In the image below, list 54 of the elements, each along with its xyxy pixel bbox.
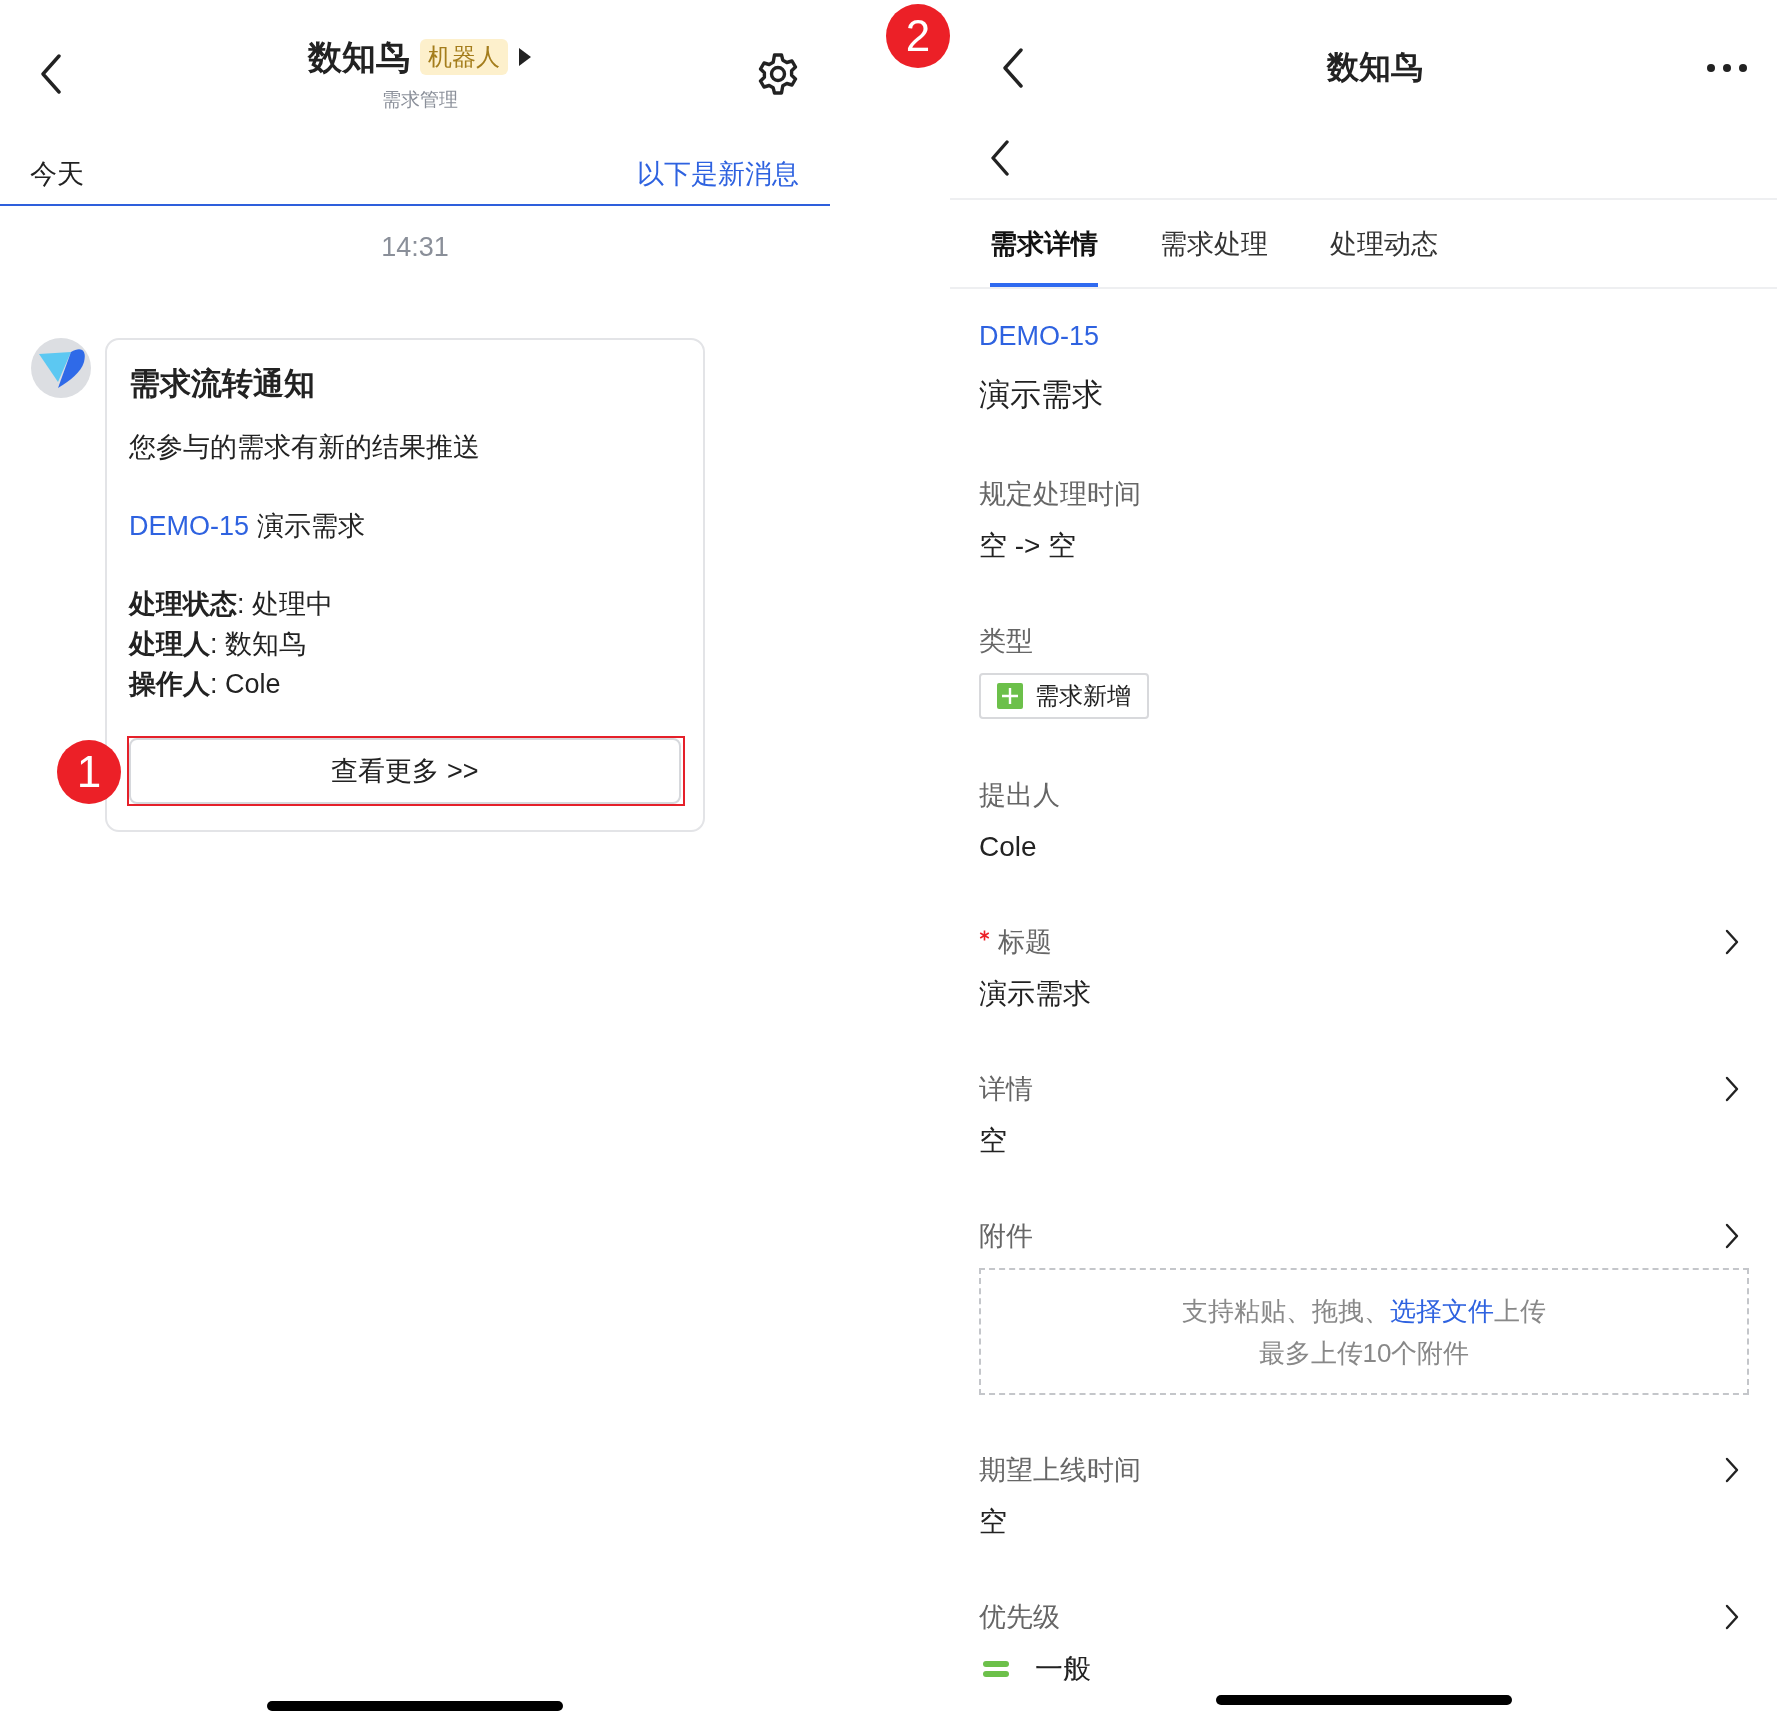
page-title: 数知鸟 <box>1326 48 1423 87</box>
card-detail-line: 处理人: 数知鸟 <box>129 628 307 661</box>
field-label: 期望上线时间 <box>979 1454 1141 1487</box>
caret-icon[interactable] <box>518 47 532 67</box>
field-value: 演示需求 <box>979 977 1092 1011</box>
tab[interactable]: 处理动态 <box>1330 200 1438 287</box>
more-icon[interactable] <box>1707 63 1747 73</box>
step-number-badge: 1 <box>57 740 121 804</box>
chat-title: 数知鸟 <box>308 37 410 78</box>
requirement-name: 演示需求 <box>256 511 365 541</box>
field-label: 附件 <box>979 1220 1033 1253</box>
upload-area[interactable]: 支持粘贴、拖拽、选择文件上传 最多上传10个附件 <box>979 1268 1749 1395</box>
requirement-link[interactable]: DEMO-15 <box>129 511 250 541</box>
field-label: 规定处理时间 <box>979 478 1141 511</box>
new-messages-label: 以下是新消息 <box>637 158 799 191</box>
choose-file-link[interactable]: 选择文件 <box>1390 1295 1494 1326</box>
chevron-right-icon[interactable] <box>1725 1457 1739 1483</box>
back-icon[interactable] <box>1002 48 1024 88</box>
field-label: 提出人 <box>979 779 1060 812</box>
back-icon[interactable] <box>40 54 62 94</box>
field-value: Cole <box>979 830 1038 864</box>
message-time: 14:31 <box>381 232 449 262</box>
upload-hint: 支持粘贴、拖拽、选择文件上传 <box>1182 1294 1546 1328</box>
requirement-name: 演示需求 <box>979 376 1104 414</box>
card-title: 需求流转通知 <box>129 365 316 403</box>
upload-limit: 最多上传10个附件 <box>1258 1336 1470 1370</box>
robot-tag: 机器人 <box>420 39 508 75</box>
avatar-icon[interactable] <box>31 338 91 398</box>
type-tag: 需求新增 <box>979 673 1149 719</box>
back-icon[interactable] <box>990 140 1010 176</box>
field-label: 类型 <box>979 625 1033 658</box>
chevron-right-icon[interactable] <box>1725 1223 1739 1249</box>
card-message: 您参与的需求有新的结果推送 <box>129 431 481 464</box>
chevron-right-icon[interactable] <box>1725 1604 1739 1630</box>
field-label: 详情 <box>979 1073 1033 1106</box>
field-value: 空 -> 空 <box>979 529 1078 563</box>
card-detail-line: 处理状态: 处理中 <box>129 588 334 621</box>
chevron-right-icon[interactable] <box>1725 929 1739 955</box>
tab[interactable]: 需求详情 <box>990 200 1098 287</box>
chevron-right-icon[interactable] <box>1725 1076 1739 1102</box>
chat-subtitle: 需求管理 <box>382 88 458 112</box>
date-divider-label: 今天 <box>30 158 84 191</box>
view-more-button[interactable]: 查看更多 >> <box>129 738 681 804</box>
plus-icon <box>997 683 1023 709</box>
card-detail-line: 操作人: Cole <box>129 668 282 701</box>
field-value: 一般 <box>1035 1652 1091 1686</box>
requirement-id-link[interactable]: DEMO-15 <box>979 319 1100 353</box>
field-value: 空 <box>979 1124 1008 1158</box>
field-label: 优先级 <box>979 1601 1060 1634</box>
settings-icon[interactable] <box>756 52 800 96</box>
field-value: 空 <box>979 1505 1008 1539</box>
field-label: 标题 <box>998 926 1052 959</box>
step-number-badge: 2 <box>886 4 950 68</box>
tab[interactable]: 需求处理 <box>1160 200 1268 287</box>
